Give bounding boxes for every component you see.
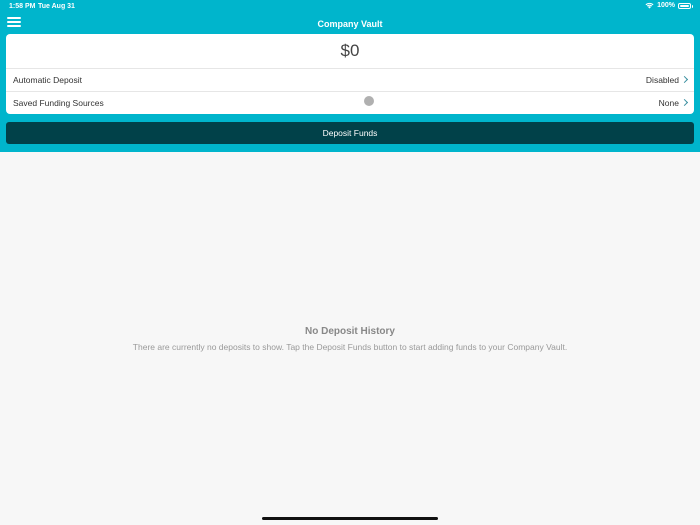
nav-bar: Company Vault (0, 14, 700, 34)
page-title: Company Vault (317, 19, 383, 29)
vault-summary-card: $0 Automatic Deposit Disabled Saved Fund… (6, 34, 694, 114)
home-indicator[interactable] (262, 517, 438, 520)
chevron-right-icon (680, 98, 689, 107)
automatic-deposit-value: Disabled (645, 75, 679, 85)
status-date: Tue Aug 31 (38, 3, 75, 10)
deposit-funds-button[interactable]: Deposit Funds (6, 122, 694, 144)
battery-icon (678, 2, 693, 9)
status-indicators: 100% (645, 2, 693, 9)
header-region: 1:58 PM Tue Aug 31 100% Company Vault $0 (0, 0, 700, 152)
touch-indicator-icon (364, 96, 374, 106)
empty-state-message: There are currently no deposits to show.… (132, 342, 568, 352)
chevron-right-icon (680, 75, 689, 84)
battery-percent: 100% (657, 2, 675, 9)
wifi-icon (645, 2, 654, 9)
saved-funding-sources-row[interactable]: Saved Funding Sources None (6, 92, 694, 114)
saved-funding-sources-label: Saved Funding Sources (13, 98, 104, 108)
status-bar: 1:58 PM Tue Aug 31 100% (0, 0, 700, 14)
empty-state-title: No Deposit History (304, 326, 395, 337)
vault-balance: $0 (340, 41, 360, 60)
saved-funding-sources-value: None (658, 98, 679, 108)
automatic-deposit-label: Automatic Deposit (13, 75, 82, 85)
automatic-deposit-row[interactable]: Automatic Deposit Disabled (6, 69, 694, 91)
status-time: 1:58 PM (9, 3, 36, 10)
screen: 1:58 PM Tue Aug 31 100% Company Vault $0 (0, 0, 700, 525)
